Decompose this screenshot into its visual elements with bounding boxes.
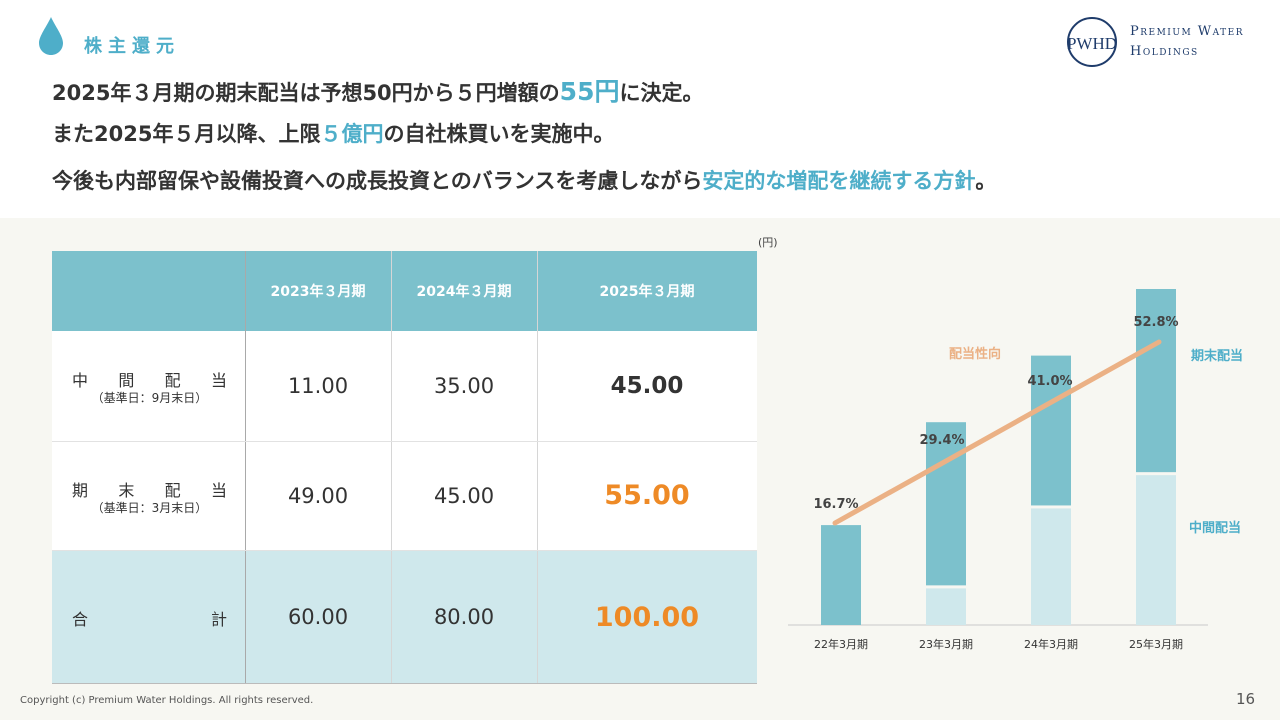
bar-interim [1136, 475, 1176, 625]
legend-year-end: 期末配当 [1191, 348, 1243, 364]
bar-year-end [821, 525, 861, 625]
copyright: Copyright (c) Premium Water Holdings. Al… [20, 695, 314, 706]
headline-3: 今後も内部留保や設備投資への成長投資とのバランスを考慮しながら安定的な増配を継続… [52, 169, 997, 193]
data-label: 52.8% [1133, 315, 1178, 330]
table-cell: 49.00 [287, 483, 349, 508]
divider [245, 251, 246, 684]
headline-3-highlight: 安定的な増配を継続する方針 [702, 169, 976, 193]
table-cell: 35.00 [433, 374, 495, 398]
payout-ratio-line [832, 339, 1162, 526]
company-name-line1: Premium Water [1130, 24, 1245, 39]
row-label: 合計 [72, 610, 227, 629]
column-header: 2024年３月期 [416, 284, 512, 300]
row-label: 中間配当 （基準日：9月末日） [72, 371, 227, 405]
dividend-chart: 22年3月期 23年3月期 24年3月期 25年3月期 16.7% 29.4% 41.0% 5… [788, 289, 1243, 651]
x-tick-label: 22年3月期 [814, 637, 868, 651]
table-row-total: 合計 60.00 80.00 100.00 [52, 550, 757, 684]
chart-unit: (円) [758, 236, 778, 249]
column-header: 2023年３月期 [270, 284, 366, 300]
page-number: 16 [1236, 690, 1256, 708]
table-cell: 80.00 [433, 605, 495, 629]
table-cell: 60.00 [287, 605, 349, 629]
table-cell: 100.00 [594, 601, 700, 633]
table-header: 2023年３月期 2024年３月期 2025年３月期 [52, 251, 757, 331]
divider [52, 441, 757, 442]
headline-1-highlight: 55円 [559, 77, 620, 106]
company-name-line2: Holdings [1130, 44, 1199, 59]
bar-interim [1031, 508, 1071, 625]
row-label: 期末配当 （基準日：3月末日） [72, 481, 227, 515]
data-label: 29.4% [919, 433, 964, 448]
divider [391, 251, 392, 684]
table-cell: 55.00 [604, 480, 690, 511]
water-drop-icon [39, 17, 63, 55]
table-cell: 45.00 [610, 373, 684, 399]
x-tick-label: 25年3月期 [1129, 637, 1183, 651]
table-row: 中間配当 （基準日：9月末日） 11.00 35.00 45.00 [52, 331, 757, 441]
data-label: 16.7% [813, 497, 858, 512]
headline-2-highlight: ５億円 [320, 122, 384, 146]
x-tick-label: 23年3月期 [919, 637, 973, 651]
table-cell: 45.00 [433, 483, 495, 508]
section-title: 株主還元 [84, 36, 180, 57]
company-logo: PWHD [1067, 17, 1117, 67]
logo-monogram: PWHD [1067, 34, 1117, 53]
x-tick-label: 24年3月期 [1024, 637, 1078, 651]
bar-interim [926, 588, 966, 625]
column-header: 2025年３月期 [599, 284, 695, 300]
data-label: 41.0% [1027, 374, 1072, 389]
divider [52, 683, 757, 684]
legend-payout-ratio: 配当性向 [949, 346, 1001, 362]
dividend-table: 2023年３月期 2024年３月期 2025年３月期 中間配当 （基準日：9月末… [52, 251, 757, 684]
table-cell: 11.00 [287, 374, 349, 398]
divider [537, 251, 538, 684]
company-name: Premium Water Holdings [1130, 22, 1244, 62]
table-row: 期末配当 （基準日：3月末日） 49.00 45.00 55.00 [52, 441, 757, 550]
headline-2: また2025年５月以降、上限５億円の自社株買いを実施中。 [52, 122, 615, 146]
headline-1: 2025年３月期の期末配当は予想50円から５円増額の55円に決定。 [52, 77, 704, 106]
legend-interim: 中間配当 [1189, 520, 1241, 536]
divider [52, 550, 757, 551]
